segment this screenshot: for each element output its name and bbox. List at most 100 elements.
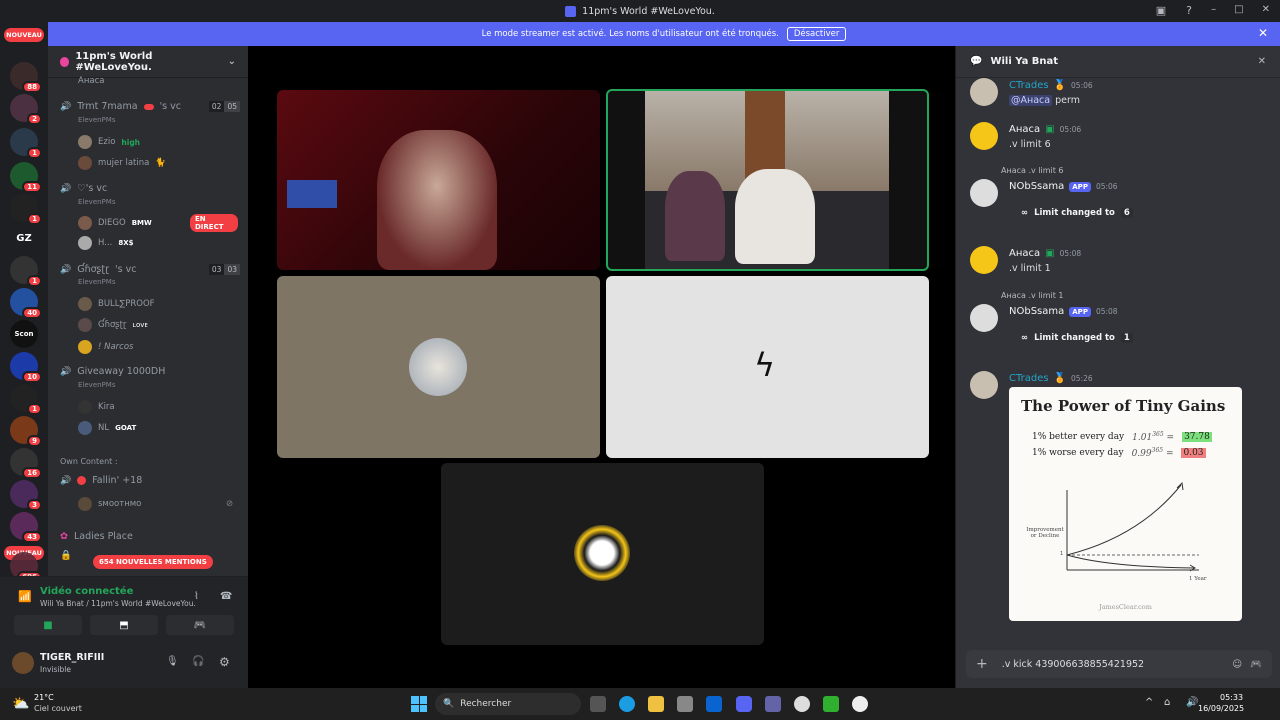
guild-icon[interactable]: 3 [10, 480, 42, 511]
video-tile-red-room[interactable] [277, 90, 600, 270]
guild-icon[interactable]: 88 [10, 62, 42, 93]
category-ladies-place[interactable]: ✿ Ladies Place [60, 531, 240, 542]
discord-icon[interactable] [736, 696, 752, 712]
voice-user[interactable]: DIEGO BMW EN DIRECT [78, 214, 238, 232]
help-icon[interactable]: ? [1186, 4, 1192, 17]
inbox-icon[interactable]: ▣ [1156, 4, 1166, 17]
start-button[interactable] [411, 696, 427, 712]
voice-channel-fallin[interactable]: 🔊 Fallin' +18 [60, 475, 240, 486]
voice-user[interactable]: Анаса [78, 76, 104, 86]
add-attachment-icon[interactable]: + [976, 656, 988, 672]
steam-icon[interactable] [794, 696, 810, 712]
noise-suppression-icon[interactable]: ⌇ [194, 591, 199, 602]
emoji-icon[interactable]: ☺ [1232, 659, 1242, 670]
close-window-button[interactable]: ✕ [1262, 4, 1270, 15]
guild-icon[interactable]: 10 [10, 352, 42, 383]
category-own-content[interactable]: Own Content : [60, 457, 240, 466]
microphone-icon[interactable]: 🎙 [166, 656, 179, 667]
minimize-button[interactable]: – [1211, 4, 1216, 15]
voice-channel-trmt[interactable]: 🔊 Trmt 7mama 's vc 02 05 [60, 101, 240, 112]
gamepad-icon[interactable]: 🎮 [1250, 659, 1262, 670]
voice-user[interactable]: ! Narcos [78, 340, 133, 354]
message-author[interactable]: CTrades 🏅 05:06 [1009, 80, 1093, 91]
reply-reference[interactable]: Анаса .v limit 6 [1001, 166, 1064, 175]
message-author[interactable]: Анаса ▣ 05:06 [1009, 124, 1081, 135]
chat-input[interactable]: + .v kick 439006638855421952 ☺ 🎮 [966, 650, 1272, 678]
message-author[interactable]: CTrades 🏅 05:26 [1009, 373, 1093, 384]
avatar[interactable] [970, 371, 998, 399]
clock-date[interactable]: 16/09/2025 [1198, 704, 1244, 713]
guild-icon[interactable]: 40 [10, 288, 42, 319]
message-author[interactable]: Анаса ▣ 05:08 [1009, 248, 1081, 259]
camera-button[interactable]: ■ [14, 615, 82, 635]
avatar [78, 400, 92, 414]
avatar[interactable] [970, 304, 998, 332]
temperature[interactable]: 21°C [34, 693, 54, 702]
guild-gz-icon[interactable]: GZ [10, 224, 38, 252]
video-tile-hand[interactable] [441, 463, 764, 645]
avatar[interactable] [970, 78, 998, 106]
clock-time[interactable]: 05:33 [1220, 693, 1243, 702]
voice-user[interactable]: H... 8X$ [78, 236, 134, 250]
voice-channel-heart[interactable]: 🔊 ♡'s vc [60, 183, 240, 194]
voice-channel-ghostr[interactable]: 🔊 Ɠɦơʂʈɽ 's vc 03 03 [60, 264, 240, 275]
guild-icon[interactable]: 11 [10, 162, 42, 193]
guild-icon[interactable]: 9 [10, 416, 42, 447]
search-box[interactable]: 🔍 Rechercher [435, 693, 581, 715]
disable-streamer-button[interactable]: Désactiver [786, 27, 847, 41]
disconnect-icon[interactable]: ☎ [220, 591, 232, 602]
tiny-gains-image[interactable]: The Power of Tiny Gains 1% better every … [1009, 387, 1242, 621]
store-icon[interactable] [677, 696, 693, 712]
app-icon[interactable] [823, 696, 839, 712]
voice-location[interactable]: Wili Ya Bnat / 11pm's World #WeLoveYou. [40, 599, 196, 608]
weather-text[interactable]: Ciel couvert [34, 704, 82, 713]
voice-user[interactable]: Ɠɦơʂʈɽ ʟᴏᴠᴇ [78, 318, 148, 332]
voice-user[interactable]: NL GOAT [78, 421, 136, 435]
outlook-icon[interactable] [706, 696, 722, 712]
video-tile-avatar[interactable] [277, 276, 600, 458]
guild-icon[interactable]: 16 [10, 448, 42, 479]
avatar[interactable] [970, 122, 998, 150]
guild-icon[interactable]: 1 [10, 194, 42, 225]
voice-user[interactable]: BULL∑PROOF [78, 297, 155, 311]
guild-icon[interactable]: 43 [10, 512, 42, 543]
avatar[interactable] [970, 179, 998, 207]
guild-icon[interactable]: 1 [10, 128, 42, 159]
edge-icon[interactable] [619, 696, 635, 712]
avatar[interactable] [12, 652, 34, 674]
video-tile-speaking[interactable] [606, 89, 929, 271]
message-author[interactable]: NObSsama APP 05:06 [1009, 181, 1118, 192]
activity-button[interactable]: 🎮 [166, 615, 234, 635]
close-chat-icon[interactable]: ✕ [1258, 56, 1266, 67]
volume-icon[interactable]: 🔊 [1186, 697, 1198, 708]
avatar[interactable] [970, 246, 998, 274]
mentions-badge[interactable]: 654 NOUVELLES MENTIONS [93, 555, 213, 569]
settings-gear-icon[interactable]: ⚙ [219, 655, 230, 669]
tray-chevron-icon[interactable]: ^ [1145, 697, 1153, 708]
voice-channel-giveaway[interactable]: 🔊 Giveaway 1000DH [60, 366, 240, 377]
user-count: 03 03 [208, 264, 240, 275]
message-author[interactable]: NObSsama APP 05:08 [1009, 306, 1118, 317]
video-tile-bolt[interactable]: ϟ [606, 276, 929, 458]
voice-user[interactable]: sᴍᴏᴏᴛʜᴍᴏ ⊘ [78, 497, 238, 511]
screenshare-button[interactable]: ⬒ [90, 615, 158, 635]
task-view-icon[interactable] [590, 696, 606, 712]
guild-icon[interactable]: 1 [10, 384, 42, 415]
headphones-icon[interactable]: 🎧 [192, 656, 204, 667]
server-header[interactable]: 11pm's World #WeLoveYou. ⌄ [48, 46, 248, 78]
guild-icon[interactable]: 2 [10, 94, 42, 125]
network-icon[interactable]: ⌂ [1164, 697, 1170, 708]
guild-icon[interactable]: 1 [10, 256, 42, 287]
reply-reference[interactable]: Анаса .v limit 1 [1001, 291, 1064, 300]
red-pill-icon [143, 103, 154, 110]
teams-icon[interactable] [765, 696, 781, 712]
chatgpt-icon[interactable] [852, 696, 868, 712]
message-input-text[interactable]: .v kick 439006638855421952 [1002, 659, 1144, 670]
file-explorer-icon[interactable] [648, 696, 664, 712]
voice-user[interactable]: mujer latina 🐈 [78, 156, 166, 170]
guild-scon-icon[interactable]: Scon [10, 320, 38, 348]
maximize-button[interactable]: □ [1234, 4, 1243, 15]
voice-user[interactable]: Kira [78, 400, 115, 414]
banner-close-icon[interactable]: ✕ [1258, 26, 1268, 40]
voice-user[interactable]: Ezio high [78, 135, 140, 149]
